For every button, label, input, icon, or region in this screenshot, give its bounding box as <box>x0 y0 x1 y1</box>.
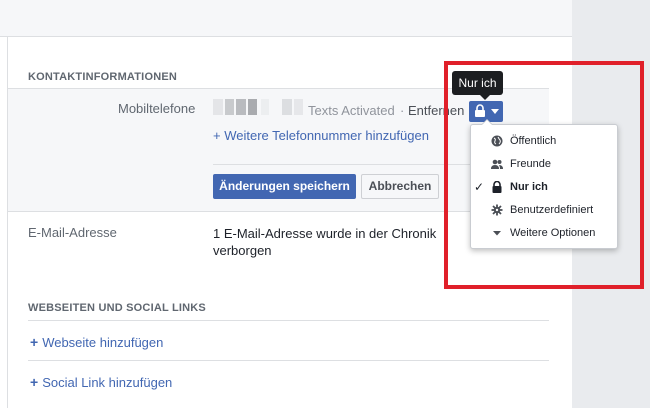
texts-activated-status: Texts Activated <box>308 103 395 118</box>
cancel-button[interactable]: Abbrechen <box>361 174 439 199</box>
separator-dot: · <box>400 103 405 118</box>
top-band <box>0 0 572 37</box>
plus-icon: + <box>30 374 39 390</box>
add-social-label: Social Link hinzufügen <box>42 375 173 390</box>
save-changes-button[interactable]: Änderungen speichern <box>213 174 356 199</box>
mobile-label: Mobiltelefone <box>118 101 196 116</box>
email-label: E-Mail-Adresse <box>28 225 117 240</box>
email-value-line2: verborgen <box>213 243 272 258</box>
add-website-link[interactable]: + Webseite hinzufügen <box>30 334 163 350</box>
email-value-line1: 1 E-Mail-Adresse wurde in der Chronik <box>213 226 437 241</box>
annotation-highlight-box <box>444 61 644 289</box>
web-section-title: WEBSEITEN UND SOCIAL LINKS <box>28 302 206 314</box>
add-social-link[interactable]: + Social Link hinzufügen <box>30 374 172 390</box>
add-website-label: Webseite hinzufügen <box>42 335 164 350</box>
add-phone-link[interactable]: + Weitere Telefonnummer hinzufügen <box>213 128 429 143</box>
web-section-divider <box>28 320 549 321</box>
web-row-divider <box>28 360 549 361</box>
contact-section-title: KONTAKTINFORMATIONEN <box>28 71 178 83</box>
plus-icon: + <box>30 334 39 350</box>
